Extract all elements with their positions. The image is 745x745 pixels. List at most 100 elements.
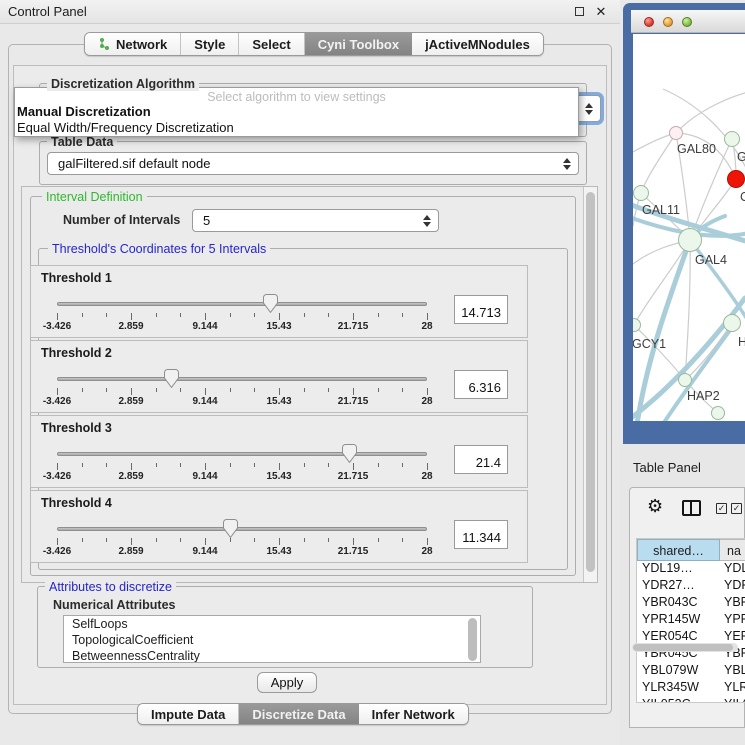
numerical-attributes-list: SelfLoopsTopologicalCoefficientBetweenne… [63,615,481,663]
slider-track[interactable] [57,302,427,306]
table-data-combobox-value: galFiltered.sif default node [58,156,210,171]
slider-tick [304,463,305,467]
slider-tick [254,463,255,467]
slider-tick [279,388,280,395]
float-window-icon[interactable] [572,5,586,19]
tab-impute-data[interactable]: Impute Data [138,704,239,724]
column-header-shared-name[interactable]: shared… [637,539,720,561]
cell-shared-name[interactable]: YIL052C [637,697,720,703]
slider-tick [106,313,107,317]
attributes-scrollbar-thumb[interactable] [468,618,477,661]
number-of-intervals-combobox[interactable]: 5 [192,209,439,232]
tab-style[interactable]: Style [181,33,239,55]
slider-tick [328,538,329,542]
cell-shared-name[interactable]: YBL079W [637,663,720,680]
split-columns-icon[interactable] [682,500,701,516]
slider-track[interactable] [57,527,427,531]
table-row-yil052c[interactable]: YIL052CYIL0 [637,697,745,703]
network-node-ga[interactable] [724,131,740,147]
slider-handle[interactable] [164,369,179,388]
cell-name[interactable]: YIL0 [720,697,745,703]
attribute-item-selfloops[interactable]: SelfLoops [64,616,480,632]
minimize-traffic-light[interactable] [663,17,673,27]
cell-name[interactable]: YPR1 [720,612,745,629]
table-horizontal-scrollbar[interactable] [632,643,738,652]
cell-shared-name[interactable]: YPR145W [637,612,720,629]
network-node-hap2[interactable] [678,373,692,387]
slider-tick [205,388,206,395]
network-node-h[interactable] [723,314,741,332]
app-root: Control Panel ✕ NetworkStyle Select Cyni T… [0,0,745,745]
tab-jactivemnodules[interactable]: jActiveMNodules [412,33,543,55]
tab-cyni-toolbox[interactable]: Cyni Toolbox [305,33,412,55]
tab-select[interactable]: Select [239,33,304,55]
network-node-gal4[interactable] [678,228,702,252]
cell-shared-name[interactable]: YLR345W [637,680,720,697]
network-node[interactable] [711,406,725,420]
control-panel-titlebar: Control Panel ✕ [0,0,620,24]
attribute-item-betweennesscentrality[interactable]: BetweennessCentrality [64,648,480,663]
cell-name[interactable]: YLR3 [720,680,745,697]
table-data-combobox[interactable]: galFiltered.sif default node [47,152,579,175]
network-canvas[interactable]: GAL80GACGAL11GAL4GCY1HHAP2 [633,34,745,421]
scrollbar-thumb[interactable] [633,644,733,651]
table-row-ylr345w[interactable]: YLR345WYLR3 [637,680,745,697]
node-label-ga: GA [737,150,745,164]
node-label-gal4: GAL4 [695,253,727,267]
table-row-ydr27[interactable]: YDR27…YDR2 [637,578,745,595]
cell-shared-name[interactable]: YDL19… [637,561,720,578]
slider-tick-label: 2.859 [118,321,143,332]
checkbox-icon[interactable]: ✓ [731,503,742,514]
slider-track[interactable] [57,377,427,381]
network-node-c[interactable] [727,170,745,188]
slider-track[interactable] [57,452,427,456]
cell-shared-name[interactable]: YDR27… [637,578,720,595]
network-node-gal11[interactable] [633,185,649,201]
window-title: Control Panel [8,4,87,19]
cell-name[interactable]: YBL0 [720,663,745,680]
table-row-ydl19[interactable]: YDL19…YDL1 [637,561,745,578]
cell-name[interactable]: YDR2 [720,578,745,595]
tab-network[interactable]: Network [85,33,181,55]
slider-tick [205,538,206,545]
node-label-gcy1: GCY1 [633,337,666,351]
slider-handle[interactable] [223,519,238,538]
close-traffic-light[interactable] [644,17,654,27]
slider-handle[interactable] [263,294,278,313]
slider-tick [378,388,379,392]
network-node-gal80[interactable] [669,126,683,140]
tab-infer-network[interactable]: Infer Network [359,704,468,724]
popup-option-manual-discretization[interactable]: Manual Discretization [15,104,578,120]
slider-tick [230,463,231,467]
column-header-name[interactable]: na [720,539,745,561]
table-row-ybl079w[interactable]: YBL079WYBL0 [637,663,745,680]
zoom-traffic-light[interactable] [682,17,692,27]
algorithm-dropdown-popup: Select algorithm to view settings Manual… [14,87,579,137]
threshold-2-panel: Threshold 2-3.4262.8599.14415.4321.71528 [30,340,528,413]
cell-name[interactable]: YDL1 [720,561,745,578]
threshold-value-field[interactable] [454,370,508,399]
slider-tick-label: 28 [421,321,432,332]
checkbox-icon[interactable]: ✓ [716,503,727,514]
tab-label: Select [252,37,290,52]
cell-name[interactable]: YBR0 [720,595,745,612]
scrollbar-thumb[interactable] [586,192,595,572]
discretize-tab-content: Discretization Algorithm Select algorith… [13,65,607,705]
interval-vertical-scrollbar[interactable] [583,187,597,582]
threshold-value-field[interactable] [454,445,508,474]
bottom-tab-strip: Impute DataDiscretize DataInfer Network [137,703,469,725]
attribute-item-topologicalcoefficient[interactable]: TopologicalCoefficient [64,632,480,648]
table-row-ypr145w[interactable]: YPR145WYPR1 [637,612,745,629]
table-row-ybr043c[interactable]: YBR043CYBR0 [637,595,745,612]
cell-shared-name[interactable]: YBR043C [637,595,720,612]
apply-button[interactable]: Apply [257,672,317,693]
close-window-icon[interactable]: ✕ [594,5,608,19]
tab-discretize-data[interactable]: Discretize Data [239,704,358,724]
popup-option-equal-width-frequency[interactable]: Equal Width/Frequency Discretization [15,120,578,136]
slider-handle[interactable] [342,444,357,463]
slider-tick [131,388,132,395]
gear-icon[interactable]: ⚙ [647,496,663,517]
threshold-value-field[interactable] [454,520,508,549]
threshold-value-field[interactable] [454,295,508,324]
slider-tick-label: 15.43 [266,546,291,557]
